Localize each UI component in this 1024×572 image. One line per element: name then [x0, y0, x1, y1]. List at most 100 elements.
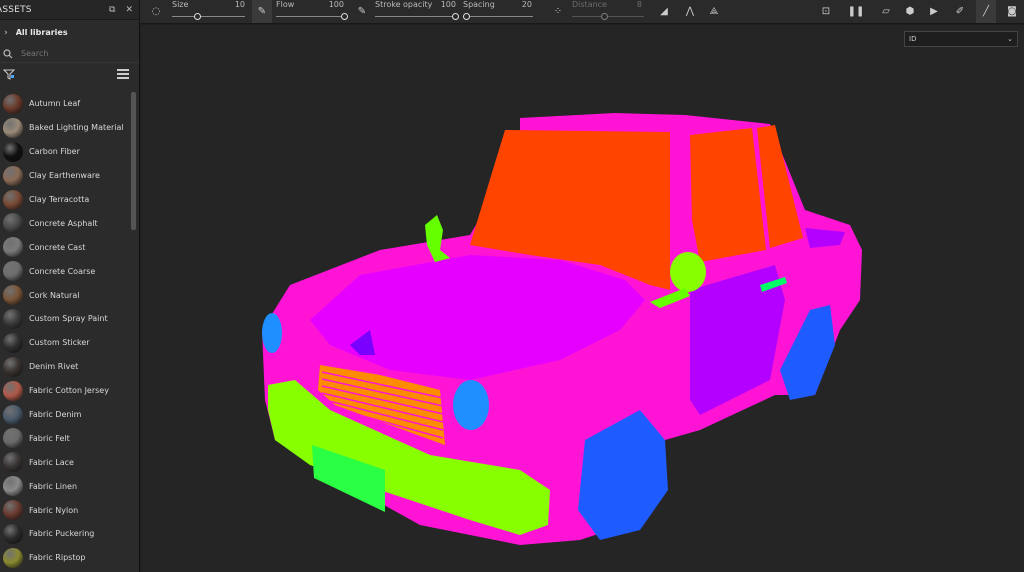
distance-label: Distance — [572, 0, 607, 9]
material-thumbnail — [3, 261, 23, 282]
search-input[interactable] — [21, 49, 121, 58]
chevron-right-icon: › — [4, 27, 8, 38]
flow-slider-knob[interactable] — [340, 13, 348, 20]
asset-item[interactable]: Fabric Denim — [0, 403, 130, 427]
search-bar[interactable] — [0, 45, 139, 63]
asset-item-label: Fabric Ripstop — [29, 553, 86, 563]
material-thumbnail — [3, 452, 23, 473]
asset-item-label: Baked Lighting Material — [29, 123, 124, 133]
asset-item[interactable]: Concrete Coarse — [0, 259, 130, 283]
radial-symmetry-icon[interactable]: ⟁ — [704, 0, 724, 23]
paint-brush-icon[interactable]: ╱ — [976, 0, 996, 23]
asset-item[interactable]: Baked Lighting Material — [0, 116, 130, 140]
asset-item[interactable]: Carbon Fiber — [0, 140, 130, 164]
asset-item[interactable]: Fabric Nylon — [0, 498, 130, 522]
asset-item-label: Fabric Linen — [29, 481, 78, 491]
material-thumbnail — [3, 500, 23, 521]
asset-item[interactable]: Fabric Felt — [0, 426, 130, 450]
flow-label: Flow — [276, 0, 295, 9]
asset-item[interactable]: Autumn Leaf — [0, 92, 130, 116]
lazy-mouse-icon[interactable]: ⁘ — [548, 0, 568, 23]
filter-icon[interactable] — [3, 69, 15, 80]
asset-item[interactable]: Fabric Ripstop — [0, 546, 130, 570]
viewport-display-icon[interactable]: ▱ — [876, 0, 896, 23]
material-thumbnail — [3, 356, 23, 377]
size-label: Size — [172, 0, 189, 9]
pause-icon[interactable]: ❚❚ — [846, 0, 866, 23]
asset-item-label: Concrete Coarse — [29, 266, 96, 276]
material-thumbnail — [3, 93, 23, 114]
assets-panel: ASSETS ⧉ ✕ › All libraries Autumn Leaf Ba… — [0, 0, 140, 572]
asset-item[interactable]: Clay Earthenware — [0, 164, 130, 188]
asset-item-label: Clay Terracotta — [29, 195, 90, 204]
material-thumbnail — [3, 332, 23, 353]
asset-item-label: Clay Earthenware — [29, 171, 100, 181]
stroke-opacity-value: 100 — [440, 0, 456, 9]
spacing-value: 20 — [521, 0, 532, 9]
spacing-label: Spacing — [463, 0, 495, 9]
asset-item-label: Fabric Denim — [29, 410, 82, 420]
asset-item[interactable]: Custom Sticker — [0, 331, 130, 355]
close-icon[interactable]: ✕ — [125, 5, 133, 15]
asset-item-label: Custom Spray Paint — [29, 314, 108, 324]
mirror-icon[interactable]: ⋀ — [680, 0, 700, 23]
material-thumbnail — [3, 428, 23, 449]
3d-viewport[interactable]: ID ⌄ — [141, 25, 1024, 572]
camera-capture-icon[interactable]: ⊡ — [816, 0, 836, 23]
asset-item-label: Denim Rivet — [29, 362, 79, 372]
video-camera-icon[interactable]: ▶ — [924, 0, 944, 23]
asset-list: Autumn Leaf Baked Lighting Material Carbon… — [0, 92, 130, 572]
list-view-icon[interactable] — [117, 69, 129, 79]
distance-slider-knob[interactable] — [600, 13, 608, 20]
asset-item[interactable]: Clay Terracotta — [0, 188, 130, 212]
size-slider-knob[interactable] — [194, 13, 202, 20]
material-thumbnail — [3, 380, 23, 401]
material-thumbnail — [3, 117, 23, 138]
toolbar: ◌ Size 10 ✎ Flow 100 ✎ Stroke opacity 10… — [140, 0, 1024, 24]
material-thumbnail — [3, 189, 23, 210]
material-thumbnail — [3, 476, 23, 497]
asset-item[interactable]: Fabric Puckering — [0, 522, 130, 546]
asset-list-scrollbar[interactable] — [131, 92, 136, 230]
asset-item[interactable]: Denim Rivet — [0, 355, 130, 379]
asset-item[interactable]: Concrete Cast — [0, 235, 130, 259]
assets-title: ASSETS — [0, 4, 32, 15]
flow-pressure-icon[interactable]: ✎ — [352, 0, 372, 23]
stroke-opacity-slider-knob[interactable] — [451, 13, 459, 20]
libraries-selector[interactable]: › All libraries — [0, 20, 139, 45]
distance-value: 8 — [636, 0, 642, 9]
material-thumbnail — [3, 165, 23, 186]
object-cube-icon[interactable]: ⬢ — [900, 0, 920, 23]
symmetry-icon[interactable]: ◢ — [654, 0, 674, 23]
asset-item-label: Fabric Lace — [29, 457, 74, 467]
painting-mode-icon[interactable]: ✐ — [950, 0, 970, 23]
asset-item[interactable]: Fabric Cotton Jersey — [0, 379, 130, 403]
asset-item[interactable]: Fabric Linen — [0, 474, 130, 498]
asset-item-label: Autumn Leaf — [29, 99, 81, 109]
app-window: ASSETS ⧉ ✕ › All libraries Autumn Leaf Ba… — [0, 0, 1024, 572]
material-thumbnail — [3, 308, 23, 329]
car-model-id-map[interactable] — [141, 25, 1024, 572]
material-thumbnail — [3, 285, 23, 306]
assets-header: ASSETS ⧉ ✕ — [0, 0, 139, 20]
asset-item-label: Fabric Nylon — [29, 505, 79, 515]
asset-item[interactable]: Concrete Asphalt — [0, 211, 130, 235]
asset-item[interactable]: Custom Spray Paint — [0, 307, 130, 331]
asset-item-label: Carbon Fiber — [29, 147, 80, 157]
asset-item-label: Cork Natural — [29, 290, 80, 300]
size-pressure-icon[interactable]: ✎ — [252, 0, 272, 23]
asset-item-label: Custom Sticker — [29, 338, 90, 348]
search-icon — [3, 48, 13, 58]
asset-item[interactable]: Cork Natural — [0, 283, 130, 307]
spacing-slider-knob[interactable] — [463, 13, 470, 20]
asset-item-label: Fabric Puckering — [29, 529, 95, 539]
brush-preset-icon[interactable]: ◌ — [146, 0, 166, 23]
undock-icon[interactable]: ⧉ — [109, 5, 115, 15]
material-thumbnail — [3, 547, 23, 568]
screenshot-icon[interactable]: ◙ — [1002, 0, 1022, 23]
asset-item[interactable]: Fabric Lace — [0, 450, 130, 474]
asset-item-label: Concrete Cast — [29, 242, 86, 252]
stroke-opacity-label: Stroke opacity — [375, 0, 433, 9]
libraries-label: All libraries — [15, 28, 68, 37]
material-thumbnail — [3, 523, 23, 544]
